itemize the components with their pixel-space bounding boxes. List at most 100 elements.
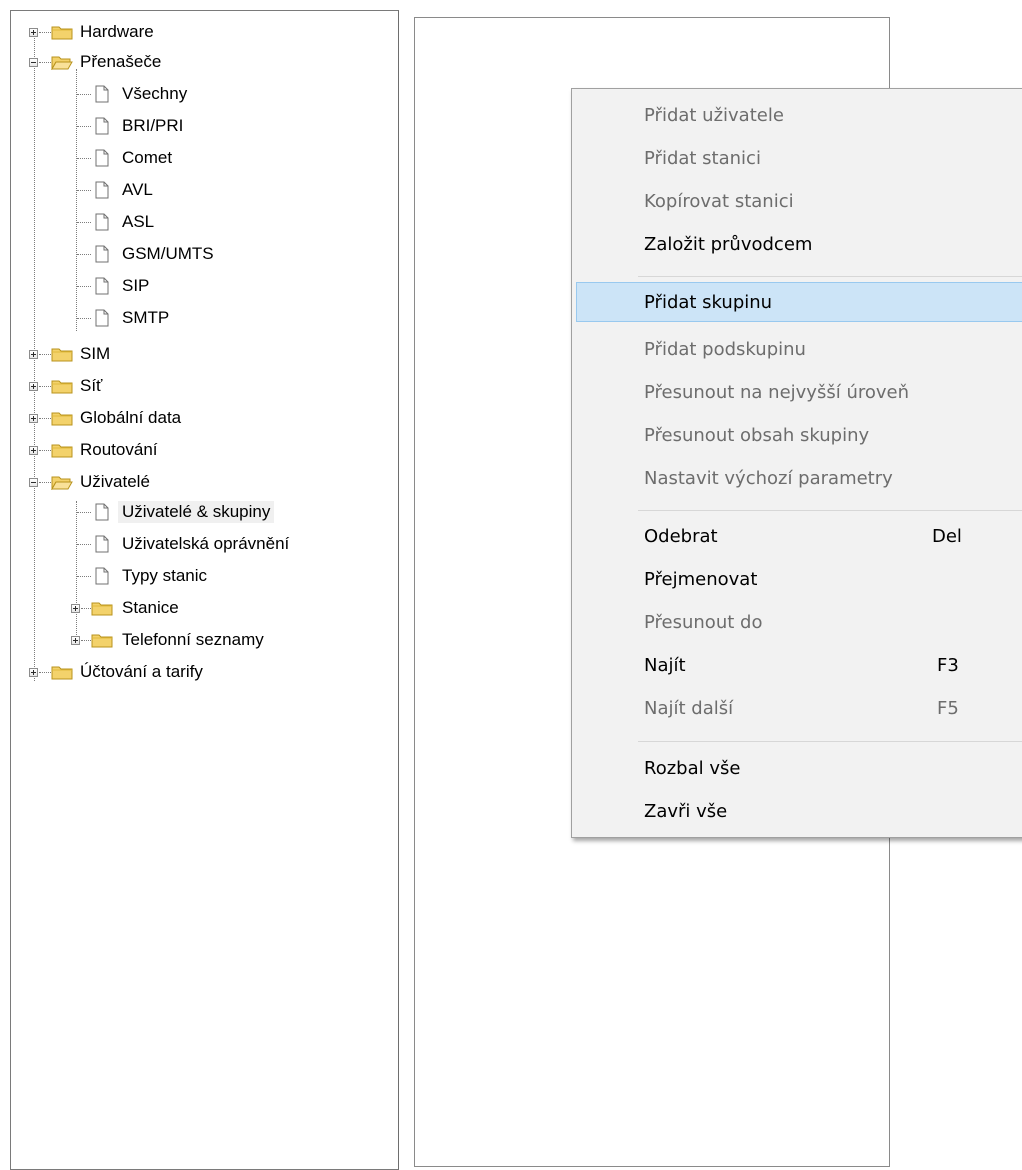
folder-closed-icon [51,348,73,362]
tree-line [77,254,91,255]
menu-item-pridat-podskupinu[interactable]: Přidat podskupinu [576,329,1022,369]
tree-node-label: Uživatelé & skupiny [118,501,275,523]
tree-line [77,222,91,223]
folder-closed-icon [51,380,73,394]
tree-node-label: Účtování a tarify [80,662,203,681]
menu-item-presunout-na-nejvyssi-uroven[interactable]: Přesunout na nejvyšší úroveň [576,372,1022,412]
expand-plus-icon[interactable] [29,28,38,37]
document-icon [95,245,109,263]
menu-item-label: Odebrat [644,525,718,547]
menu-item-pridat-skupinu[interactable]: Přidat skupinu [576,282,1022,322]
menu-item-pridat-stanici[interactable]: Přidat stanici [576,138,1022,178]
tree-node-label: Comet [122,148,173,167]
expand-plus-icon[interactable] [29,668,38,677]
document-icon [95,85,109,103]
folder-closed-icon [51,26,73,40]
menu-item-najit-dalsi[interactable]: Najít další F5 [576,688,1022,728]
document-icon [95,309,109,327]
document-icon [95,117,109,135]
document-icon [95,535,109,553]
menu-item-label: Nastavit výchozí parametry [644,467,893,489]
menu-item-label: Přesunout na nejvyšší úroveň [644,381,909,403]
menu-item-odebrat[interactable]: Odebrat Del [576,516,1022,556]
expand-plus-icon[interactable] [71,636,80,645]
menu-separator [638,510,1022,511]
tree-node-label: Typy stanic [122,566,208,585]
tree-line [77,286,91,287]
tree-node-label: Přenašeče [80,52,162,71]
tree-line [39,672,51,673]
expand-plus-icon[interactable] [29,414,38,423]
tree-node-label: Uživatelská oprávnění [122,534,290,553]
tree-line [77,512,91,513]
menu-item-label: Najít [644,654,686,676]
tree-node-label: Globální data [80,408,182,427]
menu-item-label: Přidat uživatele [644,104,784,126]
menu-item-label: Najít další [644,697,734,719]
collapse-minus-icon[interactable] [29,58,38,67]
expand-plus-icon[interactable] [29,350,38,359]
document-icon [95,149,109,167]
menu-item-label: Rozbal vše [644,757,741,779]
tree-node-label: SIM [80,344,111,363]
menu-item-pridat-uzivatele[interactable]: Přidat uživatele [576,95,1022,135]
tree-line [76,501,77,643]
tree-node-label: SIP [122,276,150,295]
menu-item-label: Přejmenovat [644,568,758,590]
menu-item-presunout-obsah-skupiny[interactable]: Přesunout obsah skupiny [576,415,1022,455]
tree-line [81,640,91,641]
tree-line [39,482,51,483]
folder-closed-icon [51,412,73,426]
tree-node-label: Hardware [80,22,154,41]
menu-item-zavri-vse[interactable]: Zavři vše [576,791,1022,831]
document-icon [95,567,109,585]
menu-item-prejmenovat[interactable]: Přejmenovat [576,559,1022,599]
tree-line [77,576,91,577]
tree-node-label: Telefonní seznamy [122,630,264,649]
tree-line [39,32,51,33]
document-icon [95,213,109,231]
tree-line [39,386,51,387]
navigation-tree-panel[interactable]: Hardware Přenašeče Všechny BRI/PRI Comet… [10,10,399,1170]
menu-item-najit[interactable]: Najít F3 [576,645,1022,685]
tree-line [39,418,51,419]
tree-line [77,544,91,545]
menu-item-label: Přesunout do [644,611,763,633]
menu-item-label: Přidat stanici [644,147,761,169]
tree-line [77,94,91,95]
menu-item-label: Založit průvodcem [644,233,813,255]
menu-item-rozbal-vse[interactable]: Rozbal vše [576,748,1022,788]
tree-node-label: BRI/PRI [122,116,184,135]
menu-item-zalozit-pruvodcem[interactable]: Založit průvodcem [576,224,1022,264]
tree-node-label: SMTP [122,308,170,327]
tree-line [77,126,91,127]
menu-item-nastavit-vychozi-parametry[interactable]: Nastavit výchozí parametry [576,458,1022,498]
tree-line [77,190,91,191]
folder-closed-icon [51,666,73,680]
folder-open-icon [51,476,73,490]
tree-node-label: ASL [122,212,155,231]
collapse-minus-icon[interactable] [29,478,38,487]
document-icon [95,277,109,295]
tree-node-label: Všechny [122,84,188,103]
menu-item-presunout-do[interactable]: Přesunout do [576,602,1022,642]
tree-line [81,608,91,609]
context-menu: Přidat uživatele Přidat stanici Kopírova… [571,88,1022,838]
menu-item-kopirovat-stanici[interactable]: Kopírovat stanici [576,181,1022,221]
tree-node-label: AVL [122,180,153,199]
tree-node-label: Síť [80,376,103,395]
tree-line [77,158,91,159]
document-icon [95,503,109,521]
expand-plus-icon[interactable] [71,604,80,613]
expand-plus-icon[interactable] [29,446,38,455]
menu-item-label: Kopírovat stanici [644,190,794,212]
tree-line [76,69,77,331]
tree-node-label: Uživatelé [80,472,150,491]
folder-closed-icon [51,444,73,458]
menu-item-shortcut: F5 [937,697,959,719]
menu-item-shortcut: F3 [937,654,959,676]
menu-item-label: Zavři vše [644,800,728,822]
tree-line [77,318,91,319]
document-icon [95,181,109,199]
expand-plus-icon[interactable] [29,382,38,391]
